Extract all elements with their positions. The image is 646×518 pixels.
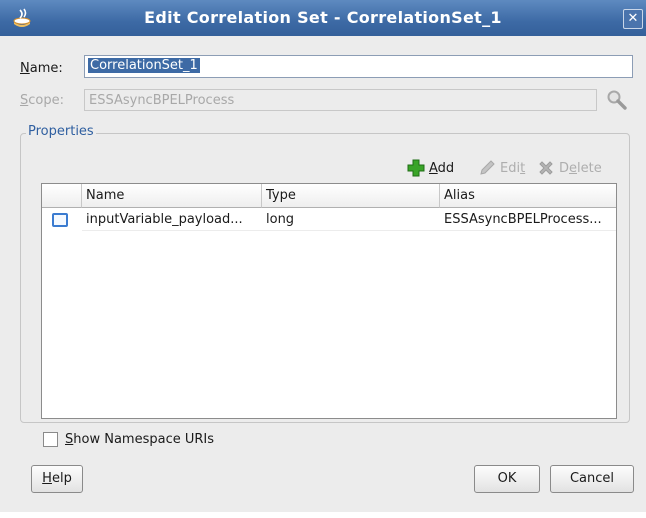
- cell-type[interactable]: long: [262, 209, 440, 231]
- cell-name[interactable]: inputVariable_payload...: [82, 209, 262, 231]
- title-bar[interactable]: Edit Correlation Set - CorrelationSet_1 …: [0, 0, 646, 36]
- add-button[interactable]: Add: [407, 157, 454, 179]
- plus-icon: [407, 159, 425, 177]
- dialog-bottom-edge: [0, 512, 646, 518]
- properties-table: Name Type Alias inputVariable_payload...…: [41, 183, 617, 419]
- cell-alias[interactable]: ESSAsyncBPELProcess...: [440, 209, 616, 231]
- scope-label: Scope:: [20, 93, 64, 108]
- column-header-type[interactable]: Type: [262, 184, 440, 208]
- edit-button[interactable]: Edit: [478, 157, 525, 179]
- edit-correlation-set-dialog: Edit Correlation Set - CorrelationSet_1 …: [0, 0, 646, 518]
- property-row-icon: [52, 213, 68, 227]
- help-button[interactable]: Help: [31, 465, 83, 493]
- pencil-icon: [480, 160, 495, 175]
- scope-input-value: ESSAsyncBPELProcess: [89, 93, 235, 108]
- column-header-name[interactable]: Name: [82, 184, 262, 208]
- window-title: Edit Correlation Set - CorrelationSet_1: [144, 8, 502, 27]
- properties-group-title: Properties: [26, 124, 96, 139]
- cancel-button[interactable]: Cancel: [550, 465, 634, 493]
- table-header-icon-column: [42, 184, 82, 208]
- search-icon[interactable]: [605, 89, 629, 111]
- delete-button-label: Delete: [559, 160, 602, 176]
- column-header-alias[interactable]: Alias: [440, 184, 616, 208]
- edit-button-label: Edit: [500, 160, 526, 176]
- delete-icon: [539, 161, 553, 175]
- name-input[interactable]: CorrelationSet_1: [84, 55, 633, 78]
- show-namespace-checkbox[interactable]: [43, 432, 58, 447]
- delete-button[interactable]: Delete: [537, 157, 602, 179]
- scope-input: ESSAsyncBPELProcess: [84, 89, 597, 111]
- close-icon[interactable]: ✕: [623, 9, 643, 29]
- ok-button[interactable]: OK: [474, 465, 540, 493]
- name-input-value: CorrelationSet_1: [88, 58, 200, 73]
- name-label: Name:: [20, 61, 63, 76]
- add-button-label: Add: [429, 160, 455, 176]
- show-namespace-label[interactable]: Show Namespace URIs: [65, 432, 214, 447]
